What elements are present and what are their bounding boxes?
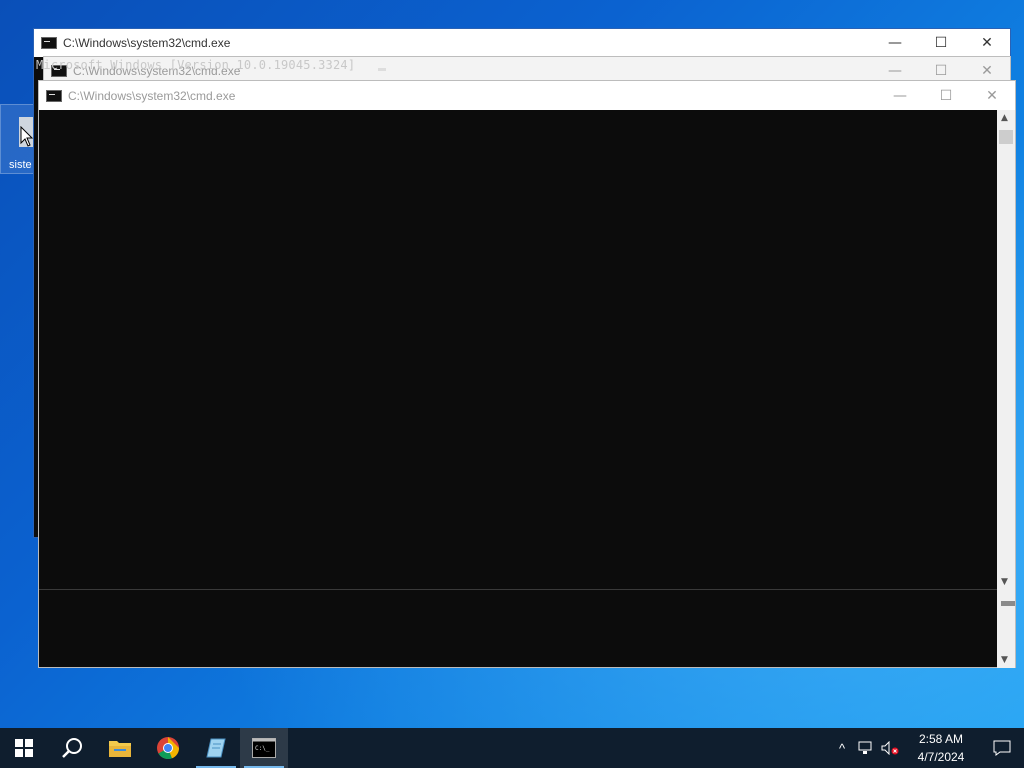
window-title: C:\Windows\system32\cmd.exe bbox=[68, 88, 236, 103]
cmd-window-front[interactable]: C:\Windows\system32\cmd.exe — ☐ ✕ ▲ ▼ ▼ bbox=[38, 80, 1016, 668]
vertical-scrollbar[interactable]: ▲ ▼ bbox=[997, 110, 1015, 590]
taskbar: C:\_ ^ 2:58 AM 4/7/2024 bbox=[0, 728, 1024, 768]
file-explorer-icon bbox=[109, 741, 131, 757]
maximize-button[interactable]: ☐ bbox=[918, 29, 964, 57]
file-explorer-button[interactable] bbox=[96, 728, 144, 768]
notification-icon bbox=[993, 740, 1011, 756]
start-icon bbox=[15, 739, 33, 757]
notepad-button[interactable] bbox=[192, 728, 240, 768]
close-button[interactable]: ✕ bbox=[969, 82, 1015, 110]
scroll-down-icon[interactable]: ▼ bbox=[1001, 655, 1008, 665]
desktop-icon-label: siste bbox=[9, 159, 32, 171]
mouse-pointer-icon bbox=[20, 126, 34, 147]
chrome-icon bbox=[157, 737, 180, 760]
text-cursor bbox=[378, 68, 386, 71]
action-center-button[interactable] bbox=[980, 728, 1024, 768]
window-title: C:\Windows\system32\cmd.exe bbox=[63, 36, 231, 50]
maximize-button[interactable]: ☐ bbox=[923, 82, 969, 110]
scroll-up-icon[interactable]: ▲ bbox=[1001, 113, 1008, 123]
system-tray: ^ 2:58 AM 4/7/2024 bbox=[830, 728, 1024, 768]
console-output: Microsoft Windows [Version 10.0.19045.33… bbox=[36, 58, 356, 72]
chrome-button[interactable] bbox=[144, 728, 192, 768]
minimize-button[interactable]: — bbox=[872, 29, 918, 57]
clock-date: 4/7/2024 bbox=[917, 750, 965, 764]
notepad-icon bbox=[206, 738, 226, 758]
scroll-thumb[interactable] bbox=[999, 130, 1013, 144]
pane-divider bbox=[39, 589, 997, 590]
titlebar[interactable]: C:\Windows\system32\cmd.exe — ☐ ✕ bbox=[39, 81, 1015, 110]
close-button[interactable]: ✕ bbox=[964, 29, 1010, 57]
scroll-grip[interactable] bbox=[1001, 601, 1015, 606]
scroll-down-icon[interactable]: ▼ bbox=[1001, 577, 1008, 587]
cmd-icon: C:\_ bbox=[252, 738, 276, 758]
network-icon[interactable] bbox=[854, 728, 878, 768]
clock-time: 2:58 AM bbox=[918, 732, 964, 746]
show-hidden-icons-chevron-icon[interactable]: ^ bbox=[830, 728, 854, 768]
search-icon bbox=[62, 738, 82, 758]
minimize-button[interactable]: — bbox=[877, 82, 923, 110]
cmd-taskbar-button[interactable]: C:\_ bbox=[240, 728, 288, 768]
search-button[interactable] bbox=[48, 728, 96, 768]
svg-text:C:\_: C:\_ bbox=[255, 745, 270, 752]
titlebar[interactable]: C:\Windows\system32\cmd.exe — ☐ ✕ bbox=[34, 29, 1010, 57]
cmd-icon bbox=[41, 37, 57, 49]
volume-muted-icon[interactable] bbox=[878, 728, 902, 768]
start-button[interactable] bbox=[0, 728, 48, 768]
cmd-icon bbox=[46, 89, 62, 102]
console-area[interactable] bbox=[39, 110, 997, 667]
clock[interactable]: 2:58 AM 4/7/2024 bbox=[902, 730, 980, 766]
